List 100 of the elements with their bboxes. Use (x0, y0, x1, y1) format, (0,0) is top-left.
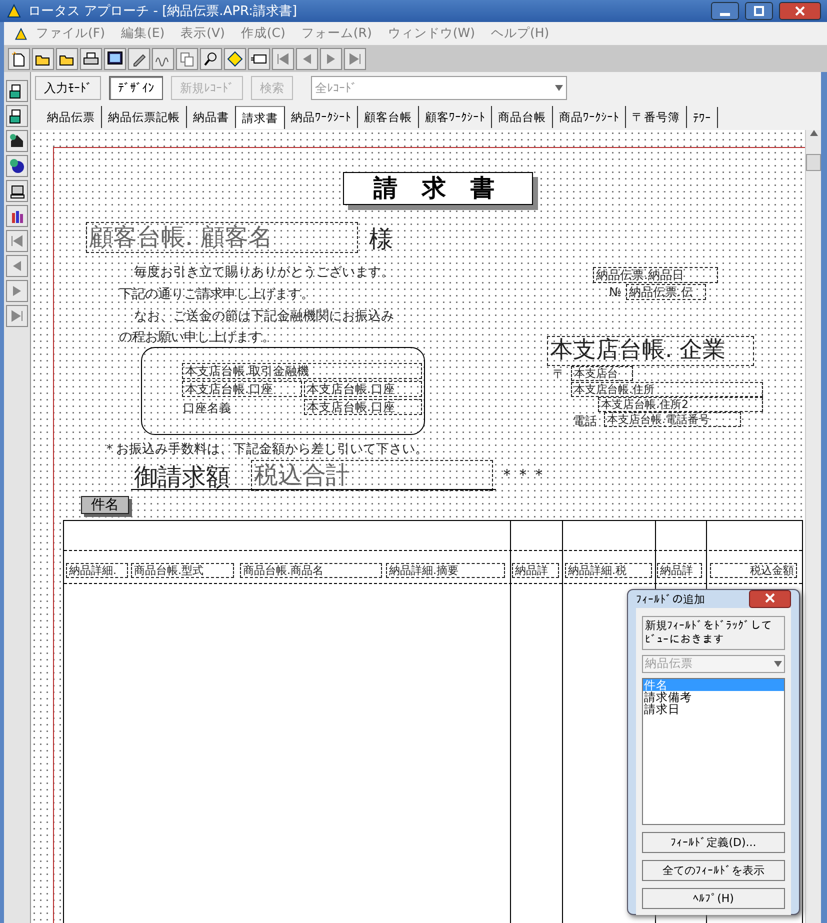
caret-icon (774, 660, 782, 666)
list-item[interactable]: 請求日 (643, 702, 784, 714)
books-icon[interactable] (6, 205, 28, 227)
form-field[interactable]: 納品詳細.摘要 (386, 563, 505, 578)
view-tab[interactable]: 顧客台帳 (358, 106, 419, 128)
dialog-button[interactable]: ﾍﾙﾌﾟ(H) (642, 888, 785, 908)
field-list[interactable]: 件名 請求備考 請求日 (642, 678, 785, 824)
maximize-icon (754, 6, 764, 16)
document-icon (14, 26, 28, 40)
view-tab[interactable]: 顧客ﾜｰｸｼｰﾄ (419, 106, 492, 128)
menu-item[interactable]: ウィンドウ(W) (380, 25, 483, 42)
menu-item[interactable]: ファイル(F) (28, 25, 113, 42)
caret-icon (555, 85, 563, 91)
form-field[interactable]: 本支店台帳.取引金融機 (182, 363, 422, 380)
menu-item[interactable]: 編集(E) (112, 25, 173, 42)
honorific-label: 様 (369, 224, 393, 255)
dialog-button[interactable]: ﾌｨｰﾙﾄﾞ定義(D)... (642, 832, 785, 852)
form-field[interactable]: 本支店台帳. 企業 (547, 336, 754, 366)
form-field[interactable]: 本支店台帳.住所2 (598, 397, 763, 412)
first-record-icon[interactable] (6, 230, 28, 252)
card-icon[interactable] (248, 48, 270, 70)
view-tab[interactable]: 納品ﾜｰｸｼｰﾄ (285, 106, 358, 128)
dialog-button[interactable]: 全てのﾌｨｰﾙﾄﾞを表示 (642, 860, 785, 880)
close-icon (765, 592, 775, 602)
asterisks-text: ＊＊＊ (499, 465, 547, 486)
minimize-button[interactable] (711, 2, 739, 20)
minimize-icon (720, 12, 730, 16)
computer-icon[interactable] (6, 180, 28, 202)
form-field[interactable]: 商品台帳.商品名 (240, 563, 382, 578)
form-field[interactable]: 納品詳細. (66, 563, 128, 578)
form-field[interactable]: 納品伝票.納品日 (593, 267, 718, 284)
last-record-icon[interactable] (6, 305, 28, 327)
amount-label: 御請求額 (134, 462, 230, 493)
greeting-text: 下記の通りご請求申し上げます。 (119, 286, 314, 303)
account-holder-label: 口座名義 (183, 400, 231, 417)
form-field[interactable]: 本支店台帳.口座 (304, 399, 422, 416)
form-field[interactable]: 本支店台帳.住所 (571, 382, 763, 398)
magnifier-icon[interactable] (200, 48, 222, 70)
form-field[interactable]: 納品詳細.税 (565, 563, 652, 578)
mode-button[interactable]: ﾃﾞｻﾞｲﾝ (109, 76, 163, 100)
phone-label: 電話 (573, 413, 597, 430)
printer-icon[interactable] (80, 48, 102, 70)
form-icon[interactable] (6, 105, 28, 127)
house-icon[interactable] (6, 130, 28, 152)
app-icon (6, 3, 22, 19)
greeting-text: の程お願い申し上げます。 (119, 329, 275, 346)
close-icon (795, 6, 805, 16)
menu-item[interactable]: ヘルプ(H) (482, 25, 558, 42)
diamond-icon[interactable] (224, 48, 246, 70)
form-field[interactable]: 税込金額 (710, 563, 797, 578)
menu-item[interactable]: フォーム(R) (293, 25, 380, 42)
form-field[interactable]: 本支店台 (571, 366, 633, 382)
open-folder-icon[interactable] (32, 48, 54, 70)
view-tab[interactable]: ﾃﾜｰ (687, 106, 718, 128)
wave-icon[interactable] (152, 48, 174, 70)
close-button[interactable] (779, 2, 821, 20)
previous-icon[interactable] (6, 255, 28, 277)
next-icon[interactable] (6, 280, 28, 302)
subject-label[interactable]: 件名 (81, 496, 129, 514)
maximize-button[interactable] (745, 2, 773, 20)
form-field[interactable]: 税込合計 (251, 460, 493, 491)
greeting-text: なお、ご送金の節は下記金融機関にお振込み (134, 308, 394, 325)
form-icon[interactable] (6, 80, 28, 102)
view-tab[interactable]: 商品ﾜｰｸｼｰﾄ (553, 106, 626, 128)
form-field[interactable]: 納品詳 (512, 563, 559, 578)
form-field[interactable]: 納品詳 (657, 563, 702, 578)
postal-mark: 〒 (553, 366, 565, 383)
form-field[interactable]: 本支店台帳.電話番号 (604, 412, 741, 428)
instruction-text: 新規ﾌｨｰﾙﾄﾞをﾄﾞﾗｯｸﾞしてﾋﾞｭｰにおきます (642, 616, 785, 650)
fee-note: ＊お振込み手数料は、下記金額から差し引いて下さい。 (103, 441, 428, 458)
help-icon[interactable] (6, 155, 28, 177)
menu-item[interactable]: 表示(V) (172, 25, 233, 42)
form-field[interactable]: 本支店台帳.口座 (304, 381, 422, 398)
scroll-thumb[interactable] (806, 154, 821, 171)
view-tab[interactable]: 〒番号簿 (626, 106, 687, 128)
list-item[interactable]: 請求備考 (643, 690, 784, 702)
folder-edit-icon[interactable] (56, 48, 78, 70)
mode-button[interactable]: 入力ﾓｰﾄﾞ (35, 76, 101, 100)
view-tab[interactable]: 商品台帳 (492, 106, 553, 128)
next-icon[interactable] (320, 48, 342, 70)
monitor-icon[interactable] (104, 48, 126, 70)
bank-info-frame[interactable] (141, 347, 425, 435)
dialog-title: ﾌｨｰﾙﾄﾞの追加 (636, 592, 705, 606)
window-title: ロータス アプローチ - [納品伝票.APR:請求書] (28, 3, 298, 20)
scrollbar[interactable] (805, 130, 821, 923)
close-button[interactable] (749, 590, 791, 608)
form-field[interactable]: 商品台帳.型式 (131, 563, 234, 578)
previous-icon[interactable] (296, 48, 318, 70)
form-field[interactable]: 本支店台帳.口座 (182, 381, 302, 398)
number-label: № (609, 285, 622, 299)
view-tab[interactable]: 納品伝票記帳 (102, 106, 187, 128)
view-tab[interactable]: 納品伝票 (41, 106, 102, 128)
menu-item[interactable]: 作成(C) (232, 25, 294, 42)
form-field[interactable]: 納品伝票.伝 (626, 284, 706, 300)
copy-icon[interactable] (176, 48, 198, 70)
last-record-icon[interactable] (344, 48, 366, 70)
form-field[interactable]: 顧客台帳. 顧客名 (86, 222, 358, 253)
view-tab[interactable]: 請求書 (236, 106, 285, 128)
new-document-icon[interactable] (8, 48, 30, 70)
pencil-icon[interactable] (128, 48, 150, 70)
